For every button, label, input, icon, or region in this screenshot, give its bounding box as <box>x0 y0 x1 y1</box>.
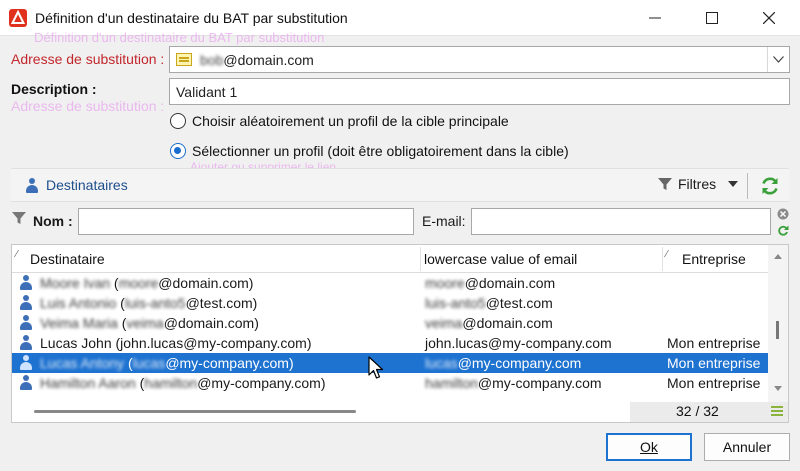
refresh-icon[interactable] <box>759 175 781 197</box>
chevron-down-icon <box>773 56 784 63</box>
random-profile-label[interactable]: Choisir aléatoirement un profil de la ci… <box>192 113 509 129</box>
email-filter-label: E-mail: <box>422 213 466 229</box>
cancel-label: Annuler <box>722 439 772 455</box>
email-cell: moore@domain.com <box>425 275 556 291</box>
apply-filter-icon[interactable] <box>777 225 789 237</box>
description-value: Validant 1 <box>176 84 238 100</box>
adobe-campaign-icon <box>9 9 27 27</box>
filters-button[interactable]: Filtres <box>658 176 739 192</box>
name-filter-label: Nom : <box>33 213 73 229</box>
title-bar: Définition d'un destinataire du BAT par … <box>0 0 800 36</box>
ghost-substitution-label: Adresse de substitution : <box>11 98 165 114</box>
filters-label: Filtres <box>678 176 717 192</box>
company-cell: Mon entreprise <box>667 335 761 351</box>
ok-label: Ok <box>640 439 658 455</box>
scrollbar-thumb[interactable] <box>34 410 356 413</box>
recipient-cell: Moore Ivan (moore@domain.com) <box>40 275 254 291</box>
email-cell: hamilton@my-company.com <box>425 375 602 391</box>
column-header-company[interactable]: Entreprise <box>682 251 746 267</box>
caret-down-icon <box>728 181 739 187</box>
select-profile-label[interactable]: Sélectionner un profil (doit être obliga… <box>192 143 569 159</box>
scroll-up-icon[interactable] <box>768 249 788 263</box>
grid-header: ⁄ Destinataire lowercase value of email … <box>12 245 768 273</box>
scroll-down-icon[interactable] <box>768 382 788 396</box>
mouse-cursor-icon <box>368 356 384 379</box>
filter-funnel-icon <box>12 212 26 224</box>
description-label: Description : <box>11 81 97 97</box>
email-cell: luis-anto5@test.com <box>425 295 553 311</box>
vertical-scrollbar[interactable] <box>768 245 788 402</box>
clear-filter-icon[interactable] <box>777 208 789 220</box>
dropdown-button[interactable] <box>767 47 789 72</box>
person-icon <box>20 335 32 350</box>
table-row[interactable]: Veima Maria (veima@domain.com) veima@dom… <box>12 313 768 333</box>
person-icon <box>26 177 38 193</box>
email-cell: lucas@my-company.com <box>425 355 582 371</box>
column-header-email[interactable]: lowercase value of email <box>424 251 577 267</box>
email-cell: veima@domain.com <box>425 315 553 331</box>
description-input[interactable]: Validant 1 <box>169 78 790 105</box>
address-card-icon <box>176 53 192 66</box>
record-counter-area: 32 / 32 <box>630 402 788 422</box>
substitution-label: Adresse de substitution : <box>11 51 165 67</box>
sort-indicator-icon: ⁄ <box>666 249 668 260</box>
substitution-value: bob@domain.com <box>200 52 314 68</box>
table-row-selected[interactable]: Lucas Antony (lucas@my-company.com) luca… <box>12 353 768 373</box>
list-icon[interactable] <box>771 406 783 416</box>
window-title: Définition d'un destinataire du BAT par … <box>35 10 348 26</box>
table-row[interactable]: Moore Ivan (moore@domain.com) moore@doma… <box>12 273 768 293</box>
funnel-icon <box>658 178 672 190</box>
select-profile-radio[interactable] <box>170 143 186 159</box>
toolbar-separator <box>747 173 748 199</box>
recipients-tab[interactable]: Destinataires <box>26 177 128 193</box>
person-icon <box>20 355 32 370</box>
close-icon <box>763 12 775 24</box>
recipient-cell: Luis Antonio (luis-anto5@test.com) <box>40 295 258 311</box>
recipients-label: Destinataires <box>46 177 128 193</box>
recipient-cell: Lucas John (john.lucas@my-company.com) <box>40 335 312 351</box>
person-icon <box>20 375 32 390</box>
company-cell: Mon entreprise <box>667 355 761 371</box>
name-filter-input[interactable] <box>78 208 414 235</box>
email-cell: john.lucas@my-company.com <box>425 335 612 351</box>
recipients-grid: ⁄ Destinataire lowercase value of email … <box>11 244 789 423</box>
minimize-icon <box>649 17 661 19</box>
table-row[interactable]: Luis Antonio (luis-anto5@test.com) luis-… <box>12 293 768 313</box>
close-button[interactable] <box>746 0 792 36</box>
column-divider <box>420 247 421 271</box>
person-icon <box>20 295 32 310</box>
record-counter: 32 / 32 <box>676 403 719 419</box>
recipient-cell: Hamilton Aaron (hamilton@my-company.com) <box>40 375 326 391</box>
minimize-button[interactable] <box>632 0 678 36</box>
maximize-icon <box>706 12 718 24</box>
email-filter-input[interactable] <box>471 208 771 235</box>
cancel-button[interactable]: Annuler <box>704 433 790 461</box>
sort-indicator-icon: ⁄ <box>16 249 18 260</box>
horizontal-scrollbar[interactable] <box>12 402 630 422</box>
random-profile-radio[interactable] <box>170 113 186 129</box>
table-row[interactable]: Lucas John (john.lucas@my-company.com) j… <box>12 333 768 353</box>
substitution-combobox[interactable]: bob@domain.com <box>169 46 790 73</box>
person-icon <box>20 275 32 290</box>
recipients-toolbar: Destinataires Filtres <box>11 168 789 202</box>
column-divider <box>662 247 663 271</box>
ok-button[interactable]: Ok <box>606 433 692 461</box>
company-cell: Mon entreprise <box>667 375 761 391</box>
recipient-cell: Lucas Antony (lucas@my-company.com) <box>40 355 294 371</box>
scrollbar-thumb[interactable] <box>776 321 779 339</box>
column-header-recipient[interactable]: Destinataire <box>30 251 105 267</box>
maximize-button[interactable] <box>689 0 735 36</box>
person-icon <box>20 315 32 330</box>
recipient-cell: Veima Maria (veima@domain.com) <box>40 315 259 331</box>
table-row[interactable]: Hamilton Aaron (hamilton@my-company.com)… <box>12 373 768 393</box>
